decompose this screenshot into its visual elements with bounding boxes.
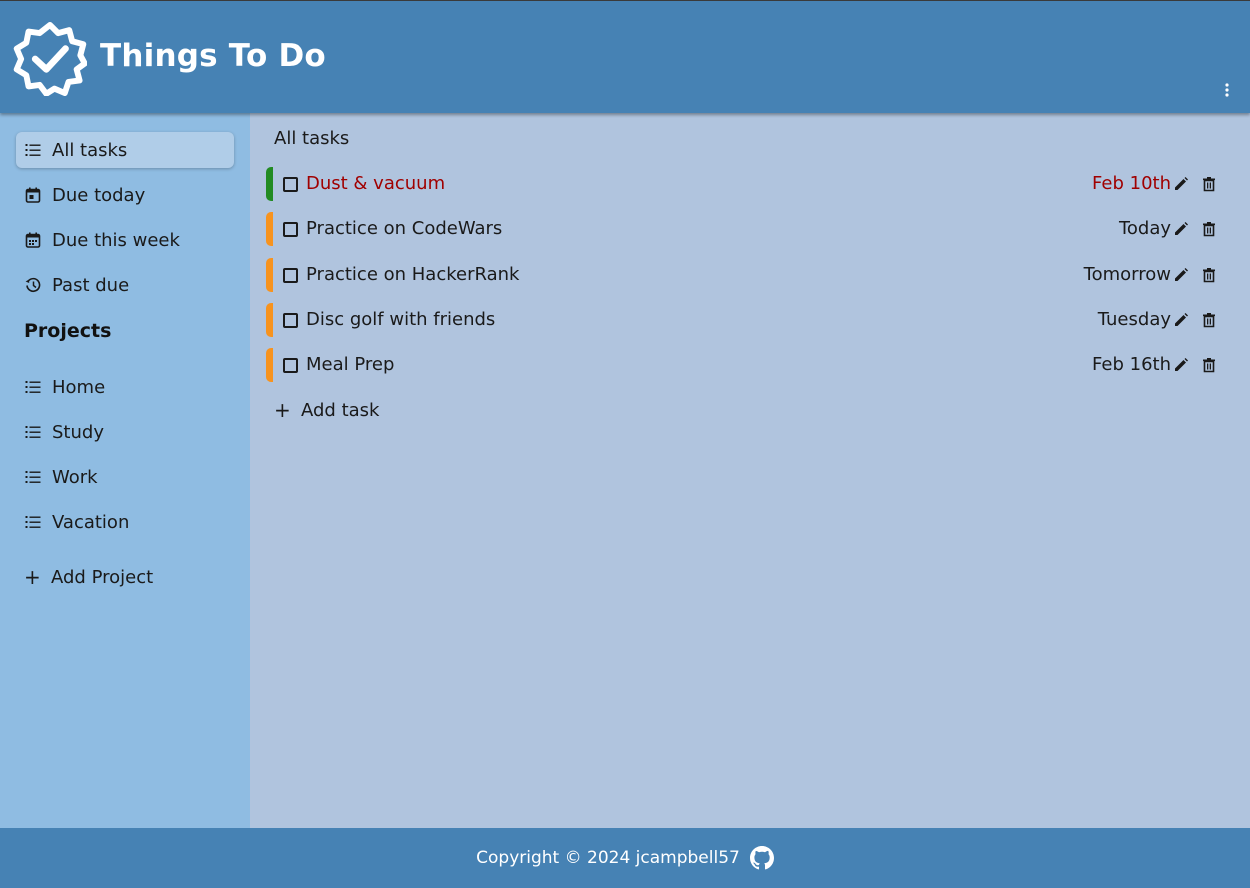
priority-bar — [266, 303, 273, 337]
verified-badge-icon — [13, 22, 87, 96]
sidebar-item-due-this-week[interactable]: Due this week — [16, 222, 234, 258]
calendar-today-icon — [25, 187, 41, 203]
add-project-label: Add Project — [51, 566, 154, 588]
sidebar-item-label: Work — [52, 466, 98, 488]
plus-icon: + — [24, 565, 41, 589]
task-row: Practice on HackerRank Tomorrow — [266, 258, 1234, 292]
task-name[interactable]: Disc golf with friends — [306, 309, 495, 330]
projects-heading: Projects — [24, 320, 112, 342]
edit-icon[interactable] — [1173, 357, 1189, 373]
priority-bar — [266, 258, 273, 292]
task-checkbox[interactable] — [283, 177, 298, 192]
sidebar-item-project-work[interactable]: Work — [16, 459, 234, 495]
calendar-week-icon — [25, 232, 41, 248]
edit-icon[interactable] — [1173, 312, 1189, 328]
sidebar: All tasks Due today Due this week Past d… — [0, 113, 250, 828]
task-due-date: Feb 16th — [1092, 354, 1171, 375]
task-due-date: Tomorrow — [1083, 264, 1171, 285]
history-icon — [25, 277, 41, 292]
trash-icon[interactable] — [1201, 312, 1217, 328]
task-name[interactable]: Meal Prep — [306, 354, 394, 375]
sidebar-item-project-study[interactable]: Study — [16, 414, 234, 450]
task-row: Disc golf with friends Tuesday — [266, 303, 1234, 337]
list-icon — [25, 381, 41, 393]
task-name[interactable]: Dust & vacuum — [306, 173, 445, 194]
plus-icon: + — [274, 398, 291, 422]
sidebar-item-past-due[interactable]: Past due — [16, 267, 234, 303]
task-name[interactable]: Practice on HackerRank — [306, 264, 519, 285]
task-row: Practice on CodeWars Today — [266, 212, 1234, 246]
add-task-button[interactable]: + Add task — [274, 396, 379, 424]
task-due-date: Today — [1118, 218, 1171, 239]
task-checkbox[interactable] — [283, 268, 298, 283]
task-due-date: Feb 10th — [1092, 173, 1171, 194]
edit-icon[interactable] — [1173, 176, 1189, 192]
more-menu-button[interactable] — [1219, 81, 1235, 99]
list-icon — [25, 516, 41, 528]
add-project-button[interactable]: + Add Project — [24, 563, 153, 591]
copyright-text: Copyright © 2024 jcampbell57 — [476, 848, 740, 868]
page-title: All tasks — [274, 128, 350, 149]
task-checkbox[interactable] — [283, 358, 298, 373]
edit-icon[interactable] — [1173, 221, 1189, 237]
list-icon — [25, 144, 41, 156]
task-row: Meal Prep Feb 16th — [266, 348, 1234, 382]
task-checkbox[interactable] — [283, 313, 298, 328]
sidebar-item-label: Home — [52, 376, 106, 398]
sidebar-item-label: Due today — [52, 184, 146, 206]
priority-bar — [266, 167, 273, 201]
sidebar-item-label: Due this week — [52, 229, 180, 251]
task-row: Dust & vacuum Feb 10th — [266, 167, 1234, 201]
edit-icon[interactable] — [1173, 267, 1189, 283]
sidebar-item-project-home[interactable]: Home — [16, 369, 234, 405]
sidebar-item-label: Study — [52, 421, 104, 443]
footer: Copyright © 2024 jcampbell57 — [0, 828, 1250, 888]
priority-bar — [266, 212, 273, 246]
add-task-label: Add task — [301, 399, 380, 421]
sidebar-item-all-tasks[interactable]: All tasks — [16, 132, 234, 168]
trash-icon[interactable] — [1201, 221, 1217, 237]
sidebar-item-label: All tasks — [52, 139, 128, 161]
sidebar-item-due-today[interactable]: Due today — [16, 177, 234, 213]
trash-icon[interactable] — [1201, 176, 1217, 192]
list-icon — [25, 426, 41, 438]
list-icon — [25, 471, 41, 483]
task-checkbox[interactable] — [283, 222, 298, 237]
trash-icon[interactable] — [1201, 267, 1217, 283]
sidebar-item-label: Vacation — [52, 511, 130, 533]
main-content: All tasks Dust & vacuum Feb 10th Practic… — [250, 113, 1250, 828]
app-title: Things To Do — [100, 38, 326, 74]
sidebar-item-project-vacation[interactable]: Vacation — [16, 504, 234, 540]
more-vertical-icon — [1225, 83, 1229, 97]
trash-icon[interactable] — [1201, 357, 1217, 373]
github-icon[interactable] — [749, 846, 774, 870]
sidebar-item-label: Past due — [52, 274, 130, 296]
priority-bar — [266, 348, 273, 382]
app-header: Things To Do — [0, 0, 1250, 113]
task-due-date: Tuesday — [1097, 309, 1171, 330]
task-name[interactable]: Practice on CodeWars — [306, 218, 502, 239]
